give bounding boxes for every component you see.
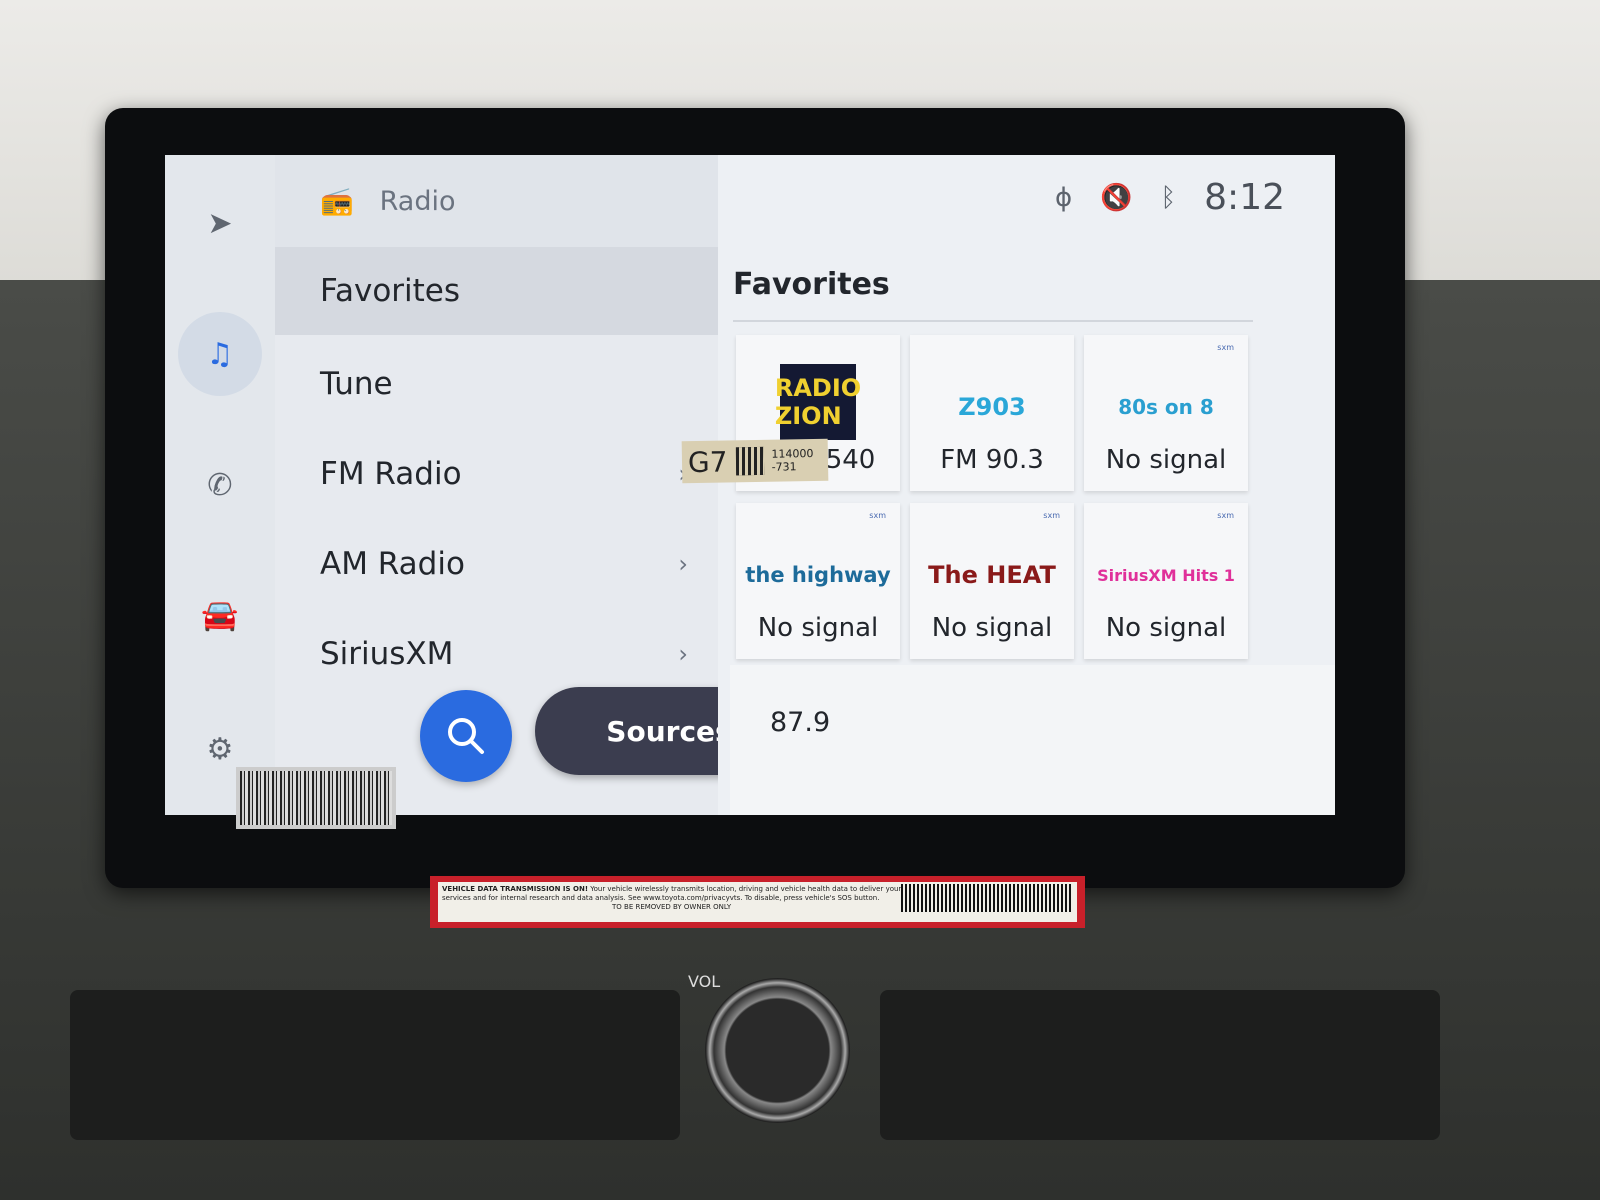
sticker-line: -731 — [771, 460, 797, 474]
menu-item-label: SiriusXM — [320, 636, 454, 672]
current-frequency: 87.9 — [770, 707, 831, 738]
station-logo: The HEAT — [928, 561, 1056, 589]
volume-knob[interactable] — [705, 978, 850, 1123]
clock: 8:12 — [1204, 177, 1285, 218]
menu-item-fm-radio[interactable]: FM Radio› — [275, 430, 718, 518]
favorite-tile[interactable]: sxm 80s on 8 No signal — [1084, 335, 1248, 491]
favorite-tile[interactable]: sxm SiriusXM Hits 1 No signal — [1084, 503, 1248, 659]
navigation-icon[interactable]: ➤ — [192, 195, 248, 251]
favorite-tile[interactable]: Z903 FM 90.3 — [910, 335, 1074, 491]
sticker-code: G7 — [687, 444, 728, 479]
search-icon — [448, 718, 484, 754]
station-logo: SiriusXM Hits 1 — [1097, 565, 1235, 585]
radio-icon: 📻 — [320, 186, 354, 217]
favorites-panel: ɸ 🔇 ᛒ 8:12 Favorites RADIO ZION AM 1540 … — [718, 155, 1335, 815]
favorite-tile[interactable]: sxm The HEAT No signal — [910, 503, 1074, 659]
tile-label: No signal — [1105, 613, 1227, 643]
search-button[interactable] — [420, 690, 512, 782]
voice-icon: ɸ — [1055, 182, 1073, 213]
now-playing-bar[interactable]: 87.9 — [730, 665, 1335, 815]
data-transmission-sticker: VEHICLE DATA TRANSMISSION IS ON! Your ve… — [430, 876, 1085, 928]
siriusxm-badge: sxm — [1217, 343, 1234, 352]
right-vent — [880, 990, 1440, 1140]
left-vent — [70, 990, 680, 1140]
barcode — [901, 884, 1071, 912]
barcode-sticker — [236, 767, 396, 829]
tile-label: No signal — [1105, 445, 1227, 475]
favorites-title: Favorites — [733, 267, 890, 302]
vol-label: VOL — [688, 972, 721, 991]
bluetooth-icon: ᛒ — [1160, 182, 1177, 213]
siriusxm-badge: sxm — [1217, 511, 1234, 520]
sticker-heading: VEHICLE DATA TRANSMISSION IS ON! — [442, 885, 589, 893]
g7-label-sticker: G7 114000 -731 — [681, 438, 829, 484]
menu-item-am-radio[interactable]: AM Radio › — [275, 520, 718, 608]
music-icon[interactable]: ♫ — [178, 312, 262, 396]
phone-icon[interactable]: ✆ — [192, 457, 248, 513]
nav-rail: ➤ ♫ ✆ 🚘 ⚙ — [165, 155, 275, 815]
station-logo: the highway — [745, 563, 891, 587]
favorite-tile[interactable]: sxm the highway No signal — [736, 503, 900, 659]
tile-label: No signal — [757, 613, 879, 643]
favorites-grid: RADIO ZION AM 1540 Z903 FM 90.3 sxm 80s … — [736, 335, 1248, 659]
status-bar: ɸ 🔇 ᛒ 8:12 — [1055, 177, 1285, 218]
tile-label: FM 90.3 — [940, 445, 1044, 475]
sticker-body: VEHICLE DATA TRANSMISSION IS ON! Your ve… — [438, 882, 1077, 922]
station-logo: 80s on 8 — [1118, 395, 1214, 419]
sticker-line: 114000 — [771, 446, 814, 461]
siriusxm-badge: sxm — [869, 511, 886, 520]
menu-item-label: Tune — [320, 366, 393, 402]
radio-zion-logo: RADIO ZION — [775, 364, 861, 440]
chevron-right-icon: › — [678, 640, 688, 668]
infotainment-screen: ➤ ♫ ✆ 🚘 ⚙ 📻 Radio Favorites Tune FM Radi… — [165, 155, 1335, 815]
menu-item-label: FM Radio — [320, 456, 462, 492]
mute-icon: 🔇 — [1100, 182, 1133, 213]
station-logo: RADIO ZION — [736, 364, 900, 440]
siriusxm-badge: sxm — [1043, 511, 1060, 520]
sticker-numbers: 114000 -731 — [771, 447, 813, 474]
tile-label: No signal — [931, 613, 1053, 643]
chevron-right-icon: › — [678, 550, 688, 578]
divider — [733, 320, 1253, 322]
menu-title: Radio — [379, 185, 456, 217]
car-icon[interactable]: 🚘 — [192, 587, 248, 643]
menu-header: 📻 Radio — [275, 155, 718, 247]
sticker-text: VEHICLE DATA TRANSMISSION IS ON! Your ve… — [442, 885, 902, 903]
menu-item-tune[interactable]: Tune — [275, 340, 718, 428]
radio-menu: 📻 Radio Favorites Tune FM Radio› AM Radi… — [275, 155, 803, 815]
qr-code-icon — [735, 446, 764, 476]
menu-item-favorites[interactable]: Favorites — [275, 247, 718, 335]
menu-item-siriusxm[interactable]: SiriusXM › — [275, 610, 718, 698]
menu-item-label: Favorites — [320, 273, 461, 309]
station-logo: Z903 — [958, 393, 1026, 421]
menu-item-label: AM Radio — [320, 546, 465, 582]
